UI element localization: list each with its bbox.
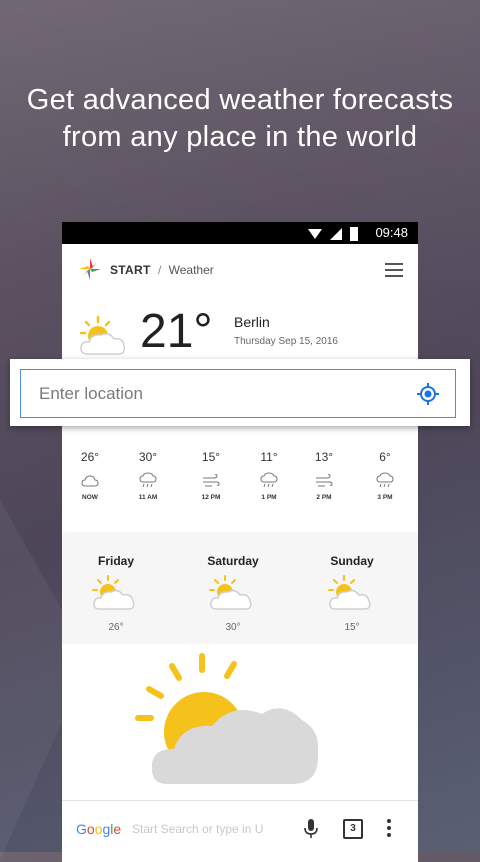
wind-icon [316,474,333,487]
app-logo-icon[interactable] [77,256,103,282]
day-temp: 15° [344,622,360,633]
hourly-item[interactable]: 15° 12 PM [186,450,236,501]
hourly-item[interactable]: 6° 3 PM [360,450,410,501]
location-input[interactable] [37,382,401,406]
promo-headline: Get advanced weather forecasts from any … [0,82,480,156]
breadcrumb-current: Weather [168,263,214,277]
hourly-item[interactable]: 13° 2 PM [299,450,349,501]
microphone-icon[interactable] [304,818,318,840]
browser-search-field[interactable]: Start Search or type in U [132,822,292,836]
google-logo[interactable]: Google [76,821,121,837]
current-weather: 21° Berlin Thursday Sep 15, 2016 [62,302,418,362]
hourly-label: 2 PM [316,494,332,501]
current-date: Thursday Sep 15, 2016 [234,336,338,347]
cloud-icon [81,475,99,487]
daily-item[interactable]: Friday 26° [66,554,166,633]
rain-icon [376,472,394,488]
hourly-forecast: 26° NOW 30° 11 AM 15° 12 PM 11° 1 PM 13°… [62,450,418,520]
wifi-icon [308,229,322,239]
more-options-icon[interactable] [387,819,391,840]
gps-locate-icon[interactable] [417,383,439,405]
battery-icon [350,227,358,241]
hourly-temp: 26° [80,450,100,464]
day-name: Saturday [207,554,259,568]
hourly-temp: 13° [314,450,334,464]
tabs-count-button[interactable]: 3 [343,819,363,839]
day-temp: 26° [108,622,124,633]
app-bar: START / Weather [62,244,418,292]
day-name: Sunday [330,554,374,568]
partly-cloudy-icon [209,575,252,610]
hourly-item[interactable]: 30° 11 AM [123,450,173,501]
day-name: Friday [97,554,134,568]
location-search-card [10,359,470,426]
hourly-label: 3 PM [377,494,393,501]
hourly-item[interactable]: 26° NOW [65,450,115,501]
hourly-temp: 6° [379,450,391,464]
daily-forecast: Friday 26° Saturday 30° Sunday 15° [62,532,418,644]
rain-icon [139,472,157,488]
hourly-label: 1 PM [261,494,277,501]
rain-icon [260,472,278,488]
hourly-label: 11 AM [138,494,158,501]
partly-cloudy-icon [92,575,135,610]
breadcrumb: START / Weather [110,263,214,277]
headline-line-2: from any place in the world [62,121,418,153]
breadcrumb-separator: / [157,263,162,277]
browser-bottom-bar: Google Start Search or type in U 3 [62,800,418,857]
daily-item[interactable]: Saturday 30° [183,554,283,633]
hourly-label: 12 PM [201,494,221,501]
phone-screen: 09:48 START / Weather 21° Berlin Thursda… [62,222,418,862]
hourly-temp: 11° [260,450,278,464]
hourly-item[interactable]: 11° 1 PM [244,450,294,501]
hourly-label: NOW [82,494,98,501]
daily-item[interactable]: Sunday 15° [302,554,402,633]
hamburger-menu-icon[interactable] [385,263,403,277]
current-temperature: 21° [140,305,213,358]
partly-cloudy-icon [79,315,126,355]
hourly-temp: 30° [138,450,158,464]
weather-illustration-icon [135,653,319,784]
partly-cloudy-icon [328,575,371,610]
breadcrumb-start[interactable]: START [110,263,151,277]
city-name: Berlin [234,314,270,330]
status-bar: 09:48 [62,222,418,244]
day-temp: 30° [225,622,241,633]
signal-icon [330,228,342,240]
status-time: 09:48 [375,225,408,240]
hourly-temp: 15° [201,450,221,464]
headline-line-1: Get advanced weather forecasts [26,84,454,116]
wind-icon [203,474,220,487]
location-field-box [20,369,456,418]
